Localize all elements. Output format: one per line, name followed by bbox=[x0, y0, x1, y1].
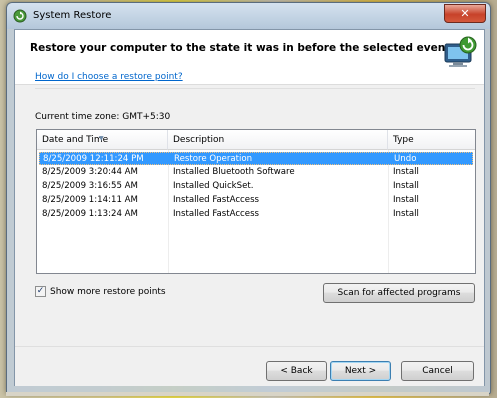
row-type: Install bbox=[393, 181, 419, 191]
row-date: 8/25/2009 3:16:55 AM bbox=[42, 181, 138, 191]
row-description: Restore Operation bbox=[174, 154, 253, 164]
taskbar-edge bbox=[6, 392, 489, 396]
table-row[interactable]: 8/25/2009 1:14:11 AM Installed FastAcces… bbox=[39, 194, 473, 207]
row-date: 8/25/2009 1:13:24 AM bbox=[42, 209, 138, 219]
page-heading: Restore your computer to the state it wa… bbox=[30, 42, 451, 54]
dialog-client-area: Restore your computer to the state it wa… bbox=[14, 29, 485, 386]
row-date: 8/25/2009 3:20:44 AM bbox=[42, 167, 138, 177]
table-row[interactable]: 8/25/2009 1:13:24 AM Installed FastAcces… bbox=[39, 208, 473, 221]
system-restore-computer-icon bbox=[444, 36, 477, 67]
column-header-date[interactable]: Date and Time ▼ bbox=[37, 130, 168, 150]
show-more-checkbox[interactable]: ✓ bbox=[35, 286, 46, 297]
row-type: Undo bbox=[394, 154, 417, 164]
close-button[interactable]: ✕ bbox=[444, 4, 486, 23]
row-date: 8/25/2009 12:11:24 PM bbox=[43, 154, 144, 164]
back-button[interactable]: < Back bbox=[266, 361, 327, 381]
row-description: Installed Bluetooth Software bbox=[173, 167, 295, 177]
column-header-label: Description bbox=[173, 135, 225, 145]
table-row[interactable]: 8/25/2009 3:16:55 AM Installed QuickSet.… bbox=[39, 180, 473, 193]
title-bar[interactable]: System Restore ✕ bbox=[7, 3, 490, 29]
cancel-button[interactable]: Cancel bbox=[401, 361, 474, 381]
next-button[interactable]: Next > bbox=[330, 361, 391, 381]
button-label: Cancel bbox=[422, 366, 453, 376]
row-description: Installed FastAccess bbox=[173, 195, 260, 205]
close-icon: ✕ bbox=[460, 7, 470, 20]
column-header-label: Type bbox=[393, 135, 414, 145]
checkmark-icon: ✓ bbox=[36, 286, 45, 296]
system-restore-icon bbox=[13, 9, 27, 23]
column-header-type[interactable]: Type bbox=[388, 130, 475, 150]
row-description: Installed QuickSet. bbox=[173, 181, 254, 191]
button-label: Scan for affected programs bbox=[337, 288, 461, 298]
row-type: Install bbox=[393, 167, 419, 177]
row-type: Install bbox=[393, 209, 419, 219]
sort-arrow-icon: ▼ bbox=[99, 135, 104, 142]
button-label: < Back bbox=[280, 366, 313, 376]
show-more-label[interactable]: Show more restore points bbox=[50, 287, 166, 297]
button-label: Next > bbox=[344, 366, 377, 376]
row-date: 8/25/2009 1:14:11 AM bbox=[42, 195, 138, 205]
table-row[interactable]: 8/25/2009 3:20:44 AM Installed Bluetooth… bbox=[39, 166, 473, 179]
table-row[interactable]: 8/25/2009 12:11:24 PM Restore Operation … bbox=[39, 152, 473, 165]
row-description: Installed FastAccess bbox=[173, 209, 260, 219]
system-restore-window: System Restore ✕ Restore your computer t… bbox=[6, 2, 491, 394]
column-header-description[interactable]: Description bbox=[168, 130, 388, 150]
scan-affected-programs-button[interactable]: Scan for affected programs bbox=[323, 283, 475, 303]
divider bbox=[35, 88, 475, 89]
row-type: Install bbox=[393, 195, 419, 205]
timezone-label: Current time zone: GMT+5:30 bbox=[35, 112, 171, 122]
restore-points-list[interactable]: Date and Time ▼ Description Type 8/25/20… bbox=[36, 129, 476, 274]
window-title: System Restore bbox=[33, 10, 112, 21]
help-link[interactable]: How do I choose a restore point? bbox=[35, 72, 183, 82]
